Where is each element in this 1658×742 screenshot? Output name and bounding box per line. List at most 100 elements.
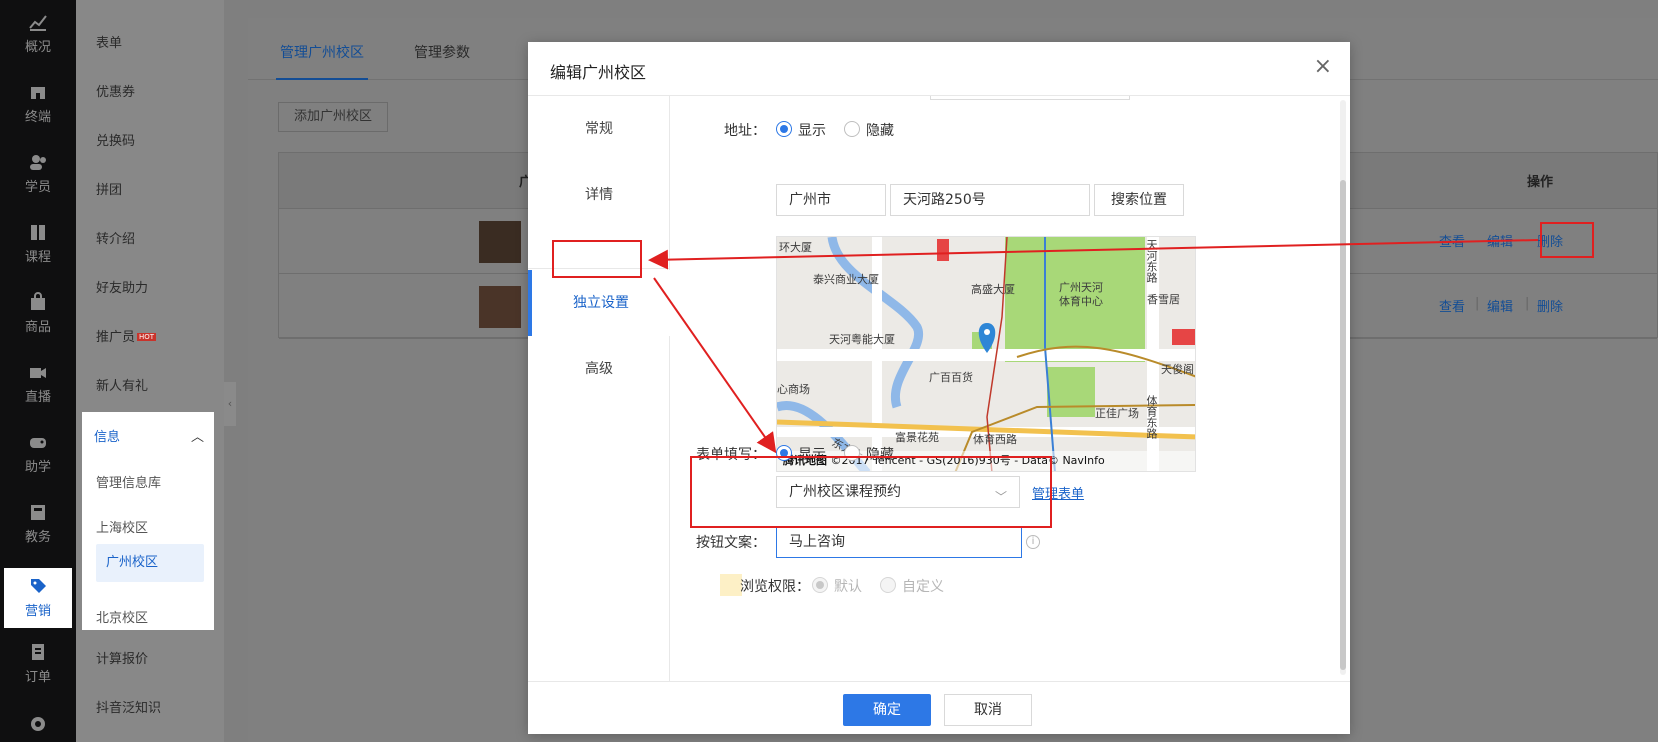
map-label: 天河东路 <box>1145 239 1158 283</box>
nav-label: 订单 <box>24 670 51 685</box>
collapse-sidebar-button[interactable]: ‹ <box>224 382 236 426</box>
side-tab-advanced[interactable]: 高级 <box>528 336 670 402</box>
address-hide-text: 隐藏 <box>866 123 894 139</box>
street-input[interactable]: 天河路250号 <box>890 184 1090 216</box>
subnav-item-referral[interactable]: 转介绍 <box>96 228 135 247</box>
confirm-button[interactable]: 确定 <box>843 694 931 726</box>
order-icon <box>32 644 44 660</box>
map-label: 天河粤能大厦 <box>829 333 895 346</box>
map-label: 高盛大厦 <box>971 283 1015 296</box>
chevron-left-icon: ‹ <box>227 397 233 410</box>
side-tab-details[interactable]: 详情 <box>528 162 670 228</box>
info-group-title[interactable]: 信息 <box>94 426 120 445</box>
modal-title: 编辑广州校区 <box>550 63 647 82</box>
subnav-item-douyin[interactable]: 抖音泛知识 <box>96 697 161 716</box>
campus-thumbnail <box>479 221 521 263</box>
gear-icon <box>31 717 45 731</box>
previous-field-edge <box>930 96 1130 100</box>
add-campus-button[interactable]: 添加广州校区 <box>278 102 388 132</box>
column-op-header: 操作 <box>1527 175 1554 190</box>
annotation-box-side-tab <box>552 240 642 278</box>
map-label: 体育西路 <box>973 433 1017 446</box>
delete-link[interactable]: 删除 <box>1537 296 1563 315</box>
info-item-library[interactable]: 管理信息库 <box>96 472 161 491</box>
annotation-box-edit <box>1540 222 1594 258</box>
close-icon[interactable]: × <box>1314 54 1332 79</box>
address-label: 地址： <box>724 123 766 139</box>
tab-underline <box>276 78 368 80</box>
nav-label: 营销 <box>24 604 51 619</box>
view-link[interactable]: 查看 <box>1439 231 1465 250</box>
subnav-item-quote[interactable]: 计算报价 <box>96 648 148 667</box>
city-input[interactable]: 广州市 <box>776 184 886 216</box>
nav-label: 商品 <box>24 320 51 335</box>
nav-label: 学员 <box>24 180 51 195</box>
info-group-panel: 信息 ︿ 管理信息库 上海校区 广州校区 北京校区 <box>82 412 214 630</box>
subnav-item-friend-help[interactable]: 好友助力 <box>96 277 148 296</box>
info-item-shanghai[interactable]: 上海校区 <box>96 517 148 536</box>
button-text-input[interactable]: 马上咨询 <box>776 526 1022 558</box>
address-hide-radio[interactable] <box>844 121 860 137</box>
nav-item-live[interactable]: 直播 <box>0 350 76 420</box>
scrollbar-thumb[interactable] <box>1340 180 1346 670</box>
subnav-item-form[interactable]: 表单 <box>96 32 122 51</box>
left-nav: 概况 终端 学员 课程 商品 直播 助学 教务 营销 订单 <box>0 0 76 742</box>
modal-header: 编辑广州校区 × <box>528 42 1350 96</box>
nav-label: 课程 <box>24 250 51 265</box>
chevron-up-icon[interactable]: ︿ <box>191 426 204 445</box>
notebook-icon <box>31 505 45 520</box>
browse-default-radio[interactable] <box>812 577 828 593</box>
tab-manage-params[interactable]: 管理参数 <box>414 42 470 62</box>
subnav-item-coupon[interactable]: 优惠券 <box>96 81 135 100</box>
info-item-guangzhou[interactable]: 广州校区 <box>96 544 204 582</box>
side-tab-general[interactable]: 常规 <box>528 96 670 162</box>
address-show-radio[interactable] <box>776 121 792 137</box>
map-label: 体育中心 <box>1059 295 1103 308</box>
annotation-box-form-fill <box>690 456 1052 528</box>
search-location-button[interactable]: 搜索位置 <box>1094 184 1184 216</box>
highlight-marker <box>720 574 742 596</box>
map-label: 广百百货 <box>929 371 973 384</box>
subnav-item-new-gift[interactable]: 新人有礼 <box>96 375 148 394</box>
browse-custom-radio[interactable] <box>880 577 896 593</box>
nav-label: 教务 <box>24 530 51 545</box>
nav-label: 终端 <box>24 110 51 125</box>
nav-item-settings[interactable] <box>0 708 76 742</box>
address-show-text: 显示 <box>798 123 826 139</box>
nav-item-assist[interactable]: 助学 <box>0 420 76 490</box>
nav-label: 概况 <box>24 40 51 55</box>
info-item-beijing[interactable]: 北京校区 <box>96 607 148 626</box>
users-icon <box>30 155 46 170</box>
nav-item-overview[interactable]: 概况 <box>0 0 76 70</box>
sub-nav: 表单 优惠券 兑换码 拼团 转介绍 好友助力 推广员 HOT 新人有礼 计算报价 … <box>76 0 224 742</box>
bag-icon <box>31 292 45 310</box>
view-link[interactable]: 查看 <box>1439 296 1465 315</box>
map-label: 富景花苑 <box>895 431 939 444</box>
nav-label: 助学 <box>24 460 51 475</box>
nav-item-orders[interactable]: 订单 <box>0 630 76 700</box>
map-label: 正佳广场 <box>1095 407 1139 420</box>
subnav-item-label: 推广员 <box>96 330 136 345</box>
side-tab-independent[interactable]: 独立设置 <box>528 270 670 336</box>
map-label: 香雪居 <box>1147 293 1180 306</box>
hot-badge: HOT <box>137 333 157 341</box>
edit-link[interactable]: 编辑 <box>1487 231 1513 250</box>
nav-item-marketing[interactable]: 营销 <box>4 568 72 628</box>
tab-manage-guangzhou[interactable]: 管理广州校区 <box>280 42 364 62</box>
info-icon[interactable]: i <box>1026 535 1040 549</box>
map-label: 泰兴商业大厦 <box>813 273 879 286</box>
nav-item-terminal[interactable]: 终端 <box>0 70 76 140</box>
subnav-item-redeem-code[interactable]: 兑换码 <box>96 130 135 149</box>
nav-item-students[interactable]: 学员 <box>0 140 76 210</box>
subnav-item-promoter[interactable]: 推广员 HOT <box>96 326 157 345</box>
location-map[interactable]: 环大厦 泰兴商业大厦 高盛大厦 广州天河 体育中心 天河粤能大厦 广百百货 心商… <box>776 236 1196 472</box>
campus-thumbnail <box>479 286 521 328</box>
nav-item-academic[interactable]: 教务 <box>0 490 76 560</box>
subnav-item-group-buy[interactable]: 拼团 <box>96 179 122 198</box>
nav-item-courses[interactable]: 课程 <box>0 210 76 280</box>
edit-link[interactable]: 编辑 <box>1487 296 1513 315</box>
modal-footer: 确定 取消 <box>528 681 1350 734</box>
cancel-button[interactable]: 取消 <box>944 694 1032 726</box>
nav-item-goods[interactable]: 商品 <box>0 280 76 350</box>
browse-custom-text: 自定义 <box>902 579 944 595</box>
